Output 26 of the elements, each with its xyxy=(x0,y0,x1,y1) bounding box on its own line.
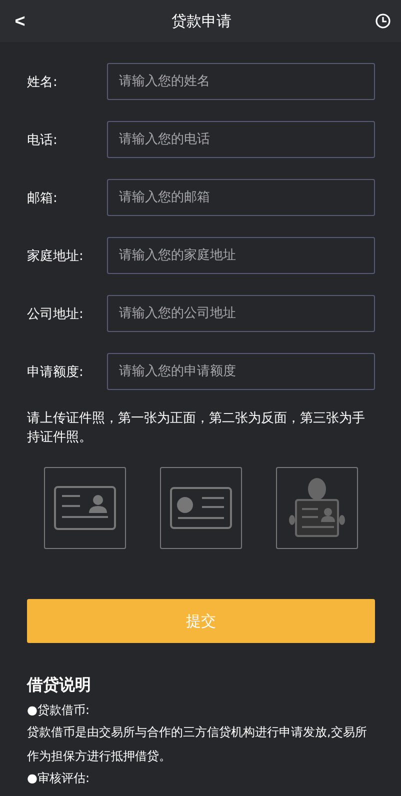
input-field[interactable]: 请输入您的公司地址 xyxy=(107,295,375,332)
note-heading: ●审核评估: xyxy=(27,770,91,787)
upload-hint: 请上传证件照，第一张为正面，第二张为反面，第三张为手持证件照。 xyxy=(27,410,366,447)
field-label: 申请额度: xyxy=(27,364,84,380)
input-field[interactable]: 请输入您的申请额度 xyxy=(107,353,375,390)
note-text: 贷款借币是由交易所与合作的三方信贷机构进行申请发放,交易所作为担保方进行抵押借贷。 xyxy=(27,724,368,765)
input-field[interactable]: 请输入您的电话 xyxy=(107,121,375,158)
field-label: 邮箱: xyxy=(27,190,58,206)
upload-box[interactable] xyxy=(276,467,358,549)
upload-box[interactable] xyxy=(160,467,242,549)
field-label: 家庭地址: xyxy=(27,248,84,264)
back-button[interactable]: < xyxy=(12,10,28,32)
field-label: 公司地址: xyxy=(27,306,84,322)
input-field[interactable]: 请输入您的家庭地址 xyxy=(107,237,375,274)
person-holding-card-icon xyxy=(286,477,348,539)
input-field[interactable]: 请输入您的邮箱 xyxy=(107,179,375,216)
id-card-emblem-icon xyxy=(170,487,232,529)
note-heading: ●贷款借币: xyxy=(27,702,91,719)
page-title: 贷款申请 xyxy=(172,12,232,30)
upload-box[interactable] xyxy=(44,467,126,549)
field-label: 姓名: xyxy=(27,74,58,90)
clock-icon[interactable] xyxy=(375,13,391,29)
input-field[interactable]: 请输入您的姓名 xyxy=(107,63,375,100)
section-title: 借贷说明 xyxy=(27,675,92,696)
id-card-icon xyxy=(54,486,116,530)
field-label: 电话: xyxy=(27,132,58,148)
